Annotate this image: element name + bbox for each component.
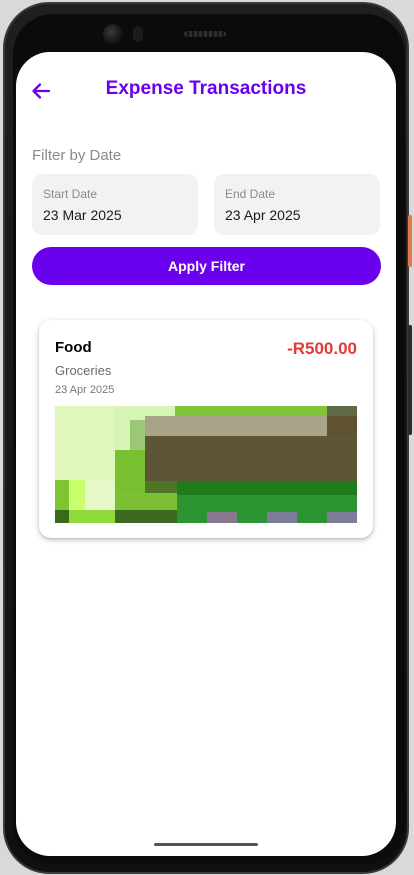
end-date-field[interactable]: End Date 23 Apr 2025: [214, 174, 380, 235]
end-date-caption: End Date: [225, 187, 276, 201]
app-screen: Expense Transactions Filter by Date Star…: [16, 52, 396, 856]
earpiece-speaker: [184, 31, 226, 37]
sensor-icon: [133, 26, 143, 42]
transaction-card[interactable]: Food -R500.00 Groceries 23 Apr 2025: [39, 320, 373, 538]
apply-filter-button[interactable]: Apply Filter: [32, 247, 381, 285]
receipt-photo[interactable]: [55, 406, 357, 523]
transaction-description: Groceries: [55, 363, 112, 378]
receipt-photo-graphic: [55, 406, 357, 523]
transaction-date: 23 Apr 2025: [55, 384, 115, 396]
app-bar: Expense Transactions: [16, 52, 396, 132]
power-button: [408, 215, 412, 267]
filter-label: Filter by Date: [32, 147, 122, 164]
start-date-caption: Start Date: [43, 187, 98, 201]
device-frame: Expense Transactions Filter by Date Star…: [0, 0, 414, 875]
start-date-field[interactable]: Start Date 23 Mar 2025: [32, 174, 198, 235]
front-camera-icon: [103, 24, 123, 44]
transaction-amount: -R500.00: [287, 339, 357, 358]
transaction-category: Food: [55, 339, 92, 356]
volume-button: [408, 325, 412, 435]
home-indicator[interactable]: [154, 843, 258, 846]
page-title: Expense Transactions: [105, 78, 307, 99]
start-date-value: 23 Mar 2025: [43, 207, 122, 223]
end-date-value: 23 Apr 2025: [225, 207, 301, 223]
